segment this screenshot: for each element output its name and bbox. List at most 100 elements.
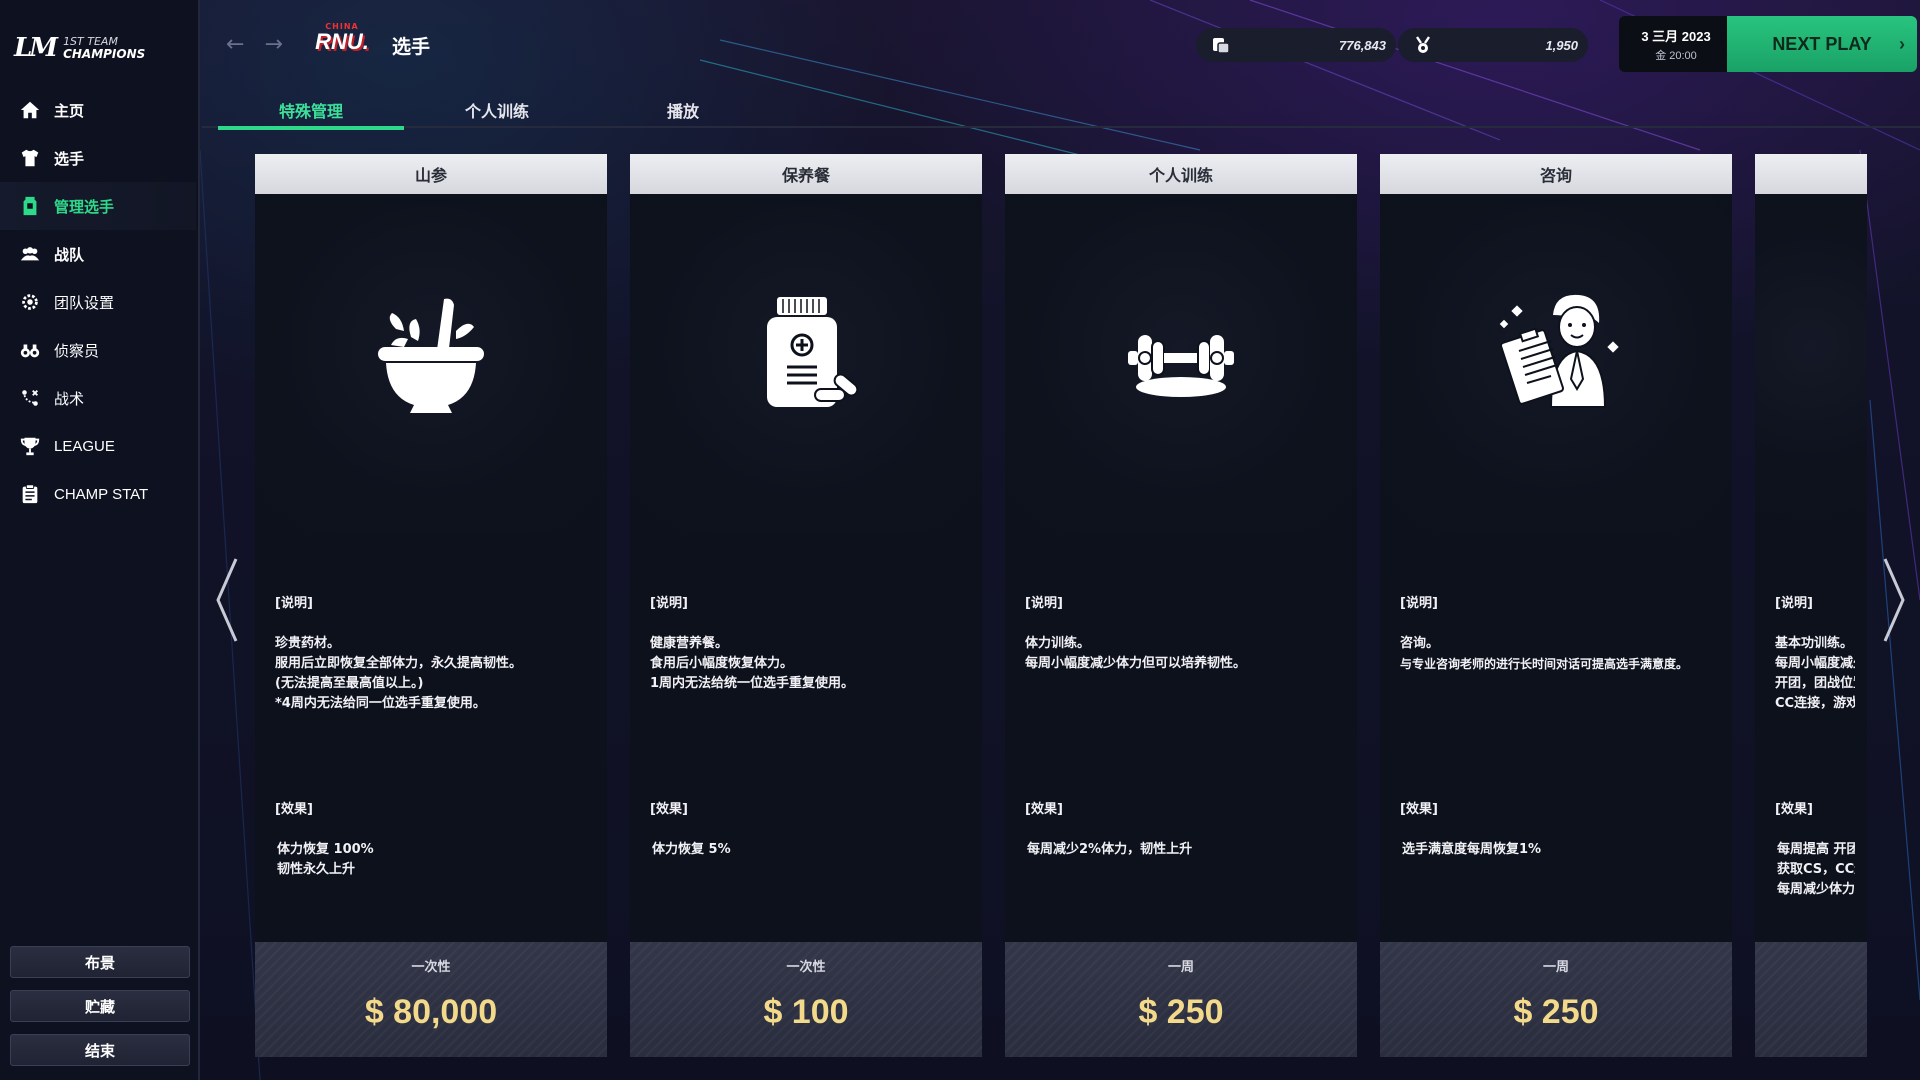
player-manage-icon bbox=[18, 194, 42, 218]
team-icon bbox=[18, 242, 42, 266]
chevron-left-icon bbox=[216, 558, 238, 642]
card-effect: [效果] 选手满意度每周恢复1% bbox=[1400, 800, 1720, 860]
points-value: 1,950 bbox=[1545, 37, 1578, 53]
home-icon bbox=[18, 98, 42, 122]
top-bar: ← → CHINA RNU. 选手 776,843 1,950 3 三月 202… bbox=[202, 0, 1920, 130]
carousel-next-button[interactable] bbox=[1879, 555, 1909, 645]
chevron-right-icon: › bbox=[1899, 33, 1905, 54]
sidebar-item-label: 战术 bbox=[54, 390, 85, 408]
next-play-label: NEXT PLAY bbox=[1772, 33, 1872, 54]
binoculars-icon bbox=[18, 338, 42, 362]
logo-line2: CHAMPIONS bbox=[63, 47, 146, 61]
medal-icon bbox=[1412, 34, 1434, 56]
duration-text: 一周 bbox=[1167, 960, 1194, 975]
sidebar-item-home[interactable]: 主页 bbox=[0, 86, 196, 134]
carousel-prev-button[interactable] bbox=[212, 555, 242, 645]
sidebar-buttons: 布景 贮藏 结束 bbox=[10, 934, 190, 1066]
price-text: $ 250 bbox=[1138, 993, 1224, 1031]
team-logo-text: RNU. bbox=[315, 29, 369, 54]
desc-line: 食用后小幅度恢复体力。 bbox=[650, 656, 794, 671]
desc-line: 体力训练。 bbox=[1025, 636, 1091, 651]
card-effect: [效果] 体力恢复 100% 韧性永久上升 bbox=[275, 800, 595, 880]
duration-text: 一次性 bbox=[786, 960, 826, 975]
card-description: [说明] 基本功训练。 每周小幅度减少 开团，团战位置 CC连接，游戏理 bbox=[1775, 594, 1855, 714]
card-effect: [效果] 体力恢复 5% bbox=[650, 800, 970, 860]
tab-release[interactable]: 播放 bbox=[590, 92, 776, 128]
cards-carousel: 山参 [说明] 珍贵药材。 服用后立即恢复全部体力，永久提高韧性。 (无法提高至… bbox=[202, 130, 1868, 1080]
back-arrow-icon[interactable]: ← bbox=[226, 32, 244, 57]
desc-label: [说明] bbox=[650, 596, 688, 611]
sidebar-nav: 主页 选手 管理选手 战队 团队设置 侦察员 战术 LEAGUE CHAMP S… bbox=[0, 86, 196, 518]
next-play-button[interactable]: NEXT PLAY › bbox=[1727, 16, 1917, 72]
card-description: [说明] 体力训练。 每周小幅度减少体力但可以培养韧性。 bbox=[1025, 594, 1345, 674]
time-text: 金 20:00 bbox=[1655, 49, 1697, 62]
jersey-icon bbox=[18, 146, 42, 170]
effect-line: 获取CS，CC连 bbox=[1777, 862, 1855, 877]
item-card-basic-training[interactable]: [说明] 基本功训练。 每周小幅度减少 开团，团战位置 CC连接，游戏理 [效果… bbox=[1755, 154, 1867, 1057]
desc-label: [说明] bbox=[1400, 596, 1438, 611]
sidebar-item-manage-players[interactable]: 管理选手 bbox=[0, 182, 196, 230]
card-title: 咨询 bbox=[1380, 154, 1732, 194]
desc-line: 每周小幅度减少体力但可以培养韧性。 bbox=[1025, 656, 1247, 671]
sidebar-item-label: 选手 bbox=[54, 150, 85, 168]
exit-button[interactable]: 结束 bbox=[10, 1034, 190, 1066]
card-effect: [效果] 每周减少2%体力，韧性上升 bbox=[1025, 800, 1345, 860]
desc-line: 服用后立即恢复全部体力，永久提高韧性。 bbox=[275, 656, 523, 671]
sidebar-item-tactics[interactable]: 战术 bbox=[0, 374, 196, 422]
sidebar-item-team-settings[interactable]: 团队设置 bbox=[0, 278, 196, 326]
card-description: [说明] 健康营养餐。 食用后小幅度恢复体力。 1周内无法给统一位选手重复使用。 bbox=[650, 594, 970, 694]
sidebar-item-team[interactable]: 战队 bbox=[0, 230, 196, 278]
desc-line: 咨询。 bbox=[1400, 636, 1440, 651]
item-card-personal-training[interactable]: 个人训练 [说明] 体力训练。 每周小幅度减少体力但可以培养韧性。 [效果] 每… bbox=[1005, 154, 1357, 1057]
effect-label: [效果] bbox=[1775, 802, 1813, 817]
item-card-counseling[interactable]: 咨询 [说明] 咨询。 与专业咨询老师的进行长时间对话可提高选手满意度。 [效果… bbox=[1380, 154, 1732, 1057]
effect-label: [效果] bbox=[650, 802, 688, 817]
tab-personal-training[interactable]: 个人训练 bbox=[404, 92, 590, 128]
layout-button[interactable]: 布景 bbox=[10, 946, 190, 978]
sidebar-item-label: 主页 bbox=[54, 102, 85, 120]
card-title: 个人训练 bbox=[1005, 154, 1357, 194]
logo-mark: LM bbox=[14, 33, 58, 63]
effect-label: [效果] bbox=[1025, 802, 1063, 817]
desc-line: 与专业咨询老师的进行长时间对话可提高选手满意度。 bbox=[1400, 657, 1689, 671]
sidebar-item-champ-stat[interactable]: CHAMP STAT bbox=[0, 470, 196, 518]
effect-line: 每周提高 开团 bbox=[1777, 842, 1855, 857]
effect-line: 选手满意度每周恢复1% bbox=[1402, 842, 1542, 857]
desc-line: 1周内无法给统一位选手重复使用。 bbox=[650, 676, 855, 691]
sidebar-item-label: 团队设置 bbox=[54, 294, 115, 312]
team-logo: CHINA RNU. bbox=[310, 22, 374, 62]
item-card-health-meal[interactable]: 保养餐 [说明] 健康营养餐。 食用后小幅度恢复体力。 1周内无法给统一位选手重… bbox=[630, 154, 982, 1057]
card-art bbox=[1755, 194, 1867, 534]
price-text: $ 250 bbox=[1513, 993, 1599, 1031]
card-art bbox=[1005, 194, 1357, 534]
app-logo[interactable]: LM 1ST TEAM CHAMPIONS bbox=[14, 28, 145, 68]
forward-arrow-icon[interactable]: → bbox=[264, 32, 282, 57]
page-title: 选手 bbox=[392, 36, 431, 58]
sidebar-item-players[interactable]: 选手 bbox=[0, 134, 196, 182]
sidebar-item-scout[interactable]: 侦察员 bbox=[0, 326, 196, 374]
card-footer: 一次性 $ 80,000 bbox=[255, 942, 607, 1057]
card-title: 保养餐 bbox=[630, 154, 982, 194]
duration-text: 一次性 bbox=[411, 960, 451, 975]
save-button[interactable]: 贮藏 bbox=[10, 990, 190, 1022]
card-art bbox=[630, 194, 982, 534]
card-art bbox=[255, 194, 607, 534]
card-title bbox=[1755, 154, 1867, 194]
sidebar-item-label: LEAGUE bbox=[54, 437, 115, 455]
sidebar: LM 1ST TEAM CHAMPIONS 主页 选手 管理选手 战队 团队设置… bbox=[0, 0, 200, 1080]
tab-special-management[interactable]: 特殊管理 bbox=[218, 92, 404, 130]
desc-line: (无法提高至最高值以上。) bbox=[275, 676, 424, 691]
item-card-ginseng[interactable]: 山参 [说明] 珍贵药材。 服用后立即恢复全部体力，永久提高韧性。 (无法提高至… bbox=[255, 154, 607, 1057]
sidebar-item-league[interactable]: LEAGUE bbox=[0, 422, 196, 470]
chevron-right-icon bbox=[1883, 558, 1905, 642]
desc-line: 开团，团战位置 bbox=[1775, 676, 1855, 691]
sidebar-item-label: 管理选手 bbox=[54, 198, 115, 216]
card-description: [说明] 咨询。 与专业咨询老师的进行长时间对话可提高选手满意度。 bbox=[1400, 594, 1720, 674]
card-footer: 一周 $ 250 bbox=[1005, 942, 1357, 1057]
counselor-icon bbox=[1499, 294, 1619, 408]
card-effect: [效果] 每周提高 开团 获取CS，CC连 每周减少体力2 bbox=[1775, 800, 1855, 900]
sidebar-item-label: 战队 bbox=[54, 246, 85, 264]
desc-label: [说明] bbox=[275, 596, 313, 611]
card-art bbox=[1380, 194, 1732, 534]
desc-line: 每周小幅度减少 bbox=[1775, 656, 1855, 671]
